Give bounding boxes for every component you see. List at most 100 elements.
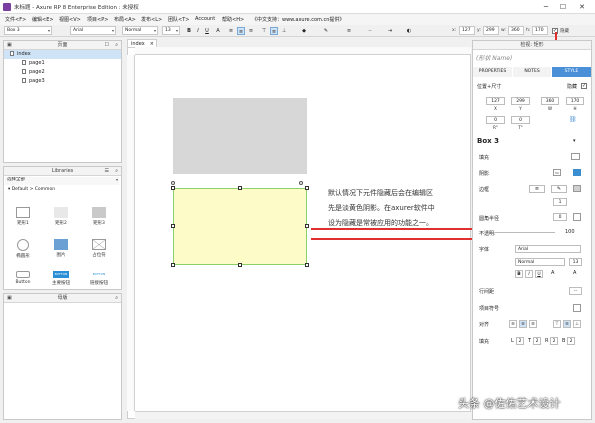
page-page3[interactable]: page3 [4,77,121,86]
border-color-icon[interactable]: ✎ [322,27,330,35]
add-folder-icon[interactable]: ☐ [105,41,109,49]
bold-button[interactable]: B [185,27,193,35]
library-section[interactable]: ▾ Default > Common [8,187,121,192]
line-style-icon[interactable]: ┄ [366,27,374,35]
library-select[interactable]: 选择全部 [5,177,119,185]
tab-notes[interactable]: NOTES [513,67,551,77]
text-rotation-input[interactable]: 0 [511,116,530,124]
lib-ellipse[interactable]: 椭圆形 [6,239,40,259]
underline-button[interactable]: U [203,27,211,35]
lib-rect1[interactable]: 矩形1 [6,207,40,226]
close-button[interactable]: ✕ [575,2,589,12]
menu-view[interactable]: 视图<V> [59,16,81,23]
lib-placeholder[interactable]: 占位符 [82,239,116,258]
inspector-italic-button[interactable]: I [525,270,533,278]
minimize-button[interactable]: ─ [539,2,553,12]
size-w-input[interactable]: 360 [541,97,559,105]
menu-help[interactable]: 帮助<H> [222,16,244,23]
padding-r-input[interactable]: 2 [550,337,558,345]
corner-toggle-icon[interactable] [573,213,581,221]
padding-b-input[interactable]: 2 [567,337,575,345]
inspector-align-center-icon[interactable]: ≡ [519,320,527,328]
lib-rect3[interactable]: 矩形3 [82,207,116,226]
inspector-bold-button[interactable]: B [515,270,523,278]
shadow-toggle-icon[interactable]: ▭ [553,169,561,176]
lib-image[interactable]: 图片 [44,239,78,258]
style-dropdown-icon[interactable]: ▾ [573,138,576,144]
menu-edit[interactable]: 编辑<E> [32,16,54,23]
hidden-box-3[interactable] [173,188,307,265]
resize-handle-bl[interactable] [171,263,175,267]
lib-link-button[interactable]: BUTTON 链接按钮 [82,271,116,286]
font-color-icon[interactable]: A [551,270,554,276]
inspector-hidden-checkbox[interactable]: ✓ [581,83,587,89]
align-middle-icon[interactable]: ≡ [270,27,278,35]
menu-project[interactable]: 项目<P> [87,16,108,23]
inspector-align-left-icon[interactable]: ≡ [509,320,517,328]
resize-handle-b[interactable] [238,263,242,267]
opacity-slider[interactable] [495,232,555,233]
element-select[interactable]: Box 3 [4,26,52,35]
inspector-align-middle-icon[interactable]: ≡ [563,320,571,328]
add-master-icon[interactable]: ▣ [7,294,12,302]
tab-style[interactable]: STYLE [552,67,591,77]
menu-publish[interactable]: 发布<L> [141,16,162,23]
padding-t-input[interactable]: 2 [533,337,541,345]
opacity-icon[interactable]: ◐ [405,27,413,35]
align-bottom-icon[interactable]: ⊥ [280,27,288,35]
corner-radius-handle[interactable] [171,181,175,185]
align-center-icon[interactable]: ≡ [237,27,245,35]
font-family-select[interactable]: Arial [70,26,116,35]
page-index[interactable]: index [4,50,121,59]
font-size-input[interactable]: 13 [569,258,582,266]
pos-x-input[interactable]: 127 [486,97,505,105]
resize-handle-r[interactable] [305,224,309,228]
lib-rect2[interactable]: 矩形2 [44,207,78,226]
menu-file[interactable]: 文件<F> [5,16,26,23]
font-style-select[interactable]: Normal [122,26,158,35]
rotate-handle[interactable] [299,181,303,185]
search-masters-icon[interactable]: ⌕ [115,294,118,302]
fill-color-swatch[interactable] [571,153,580,160]
gray-box[interactable] [173,98,307,174]
add-page-icon[interactable]: ▣ [7,41,12,49]
shape-name-input[interactable]: (形状 Name) [476,53,588,63]
bullet-checkbox[interactable] [573,304,581,312]
border-style-select[interactable]: ≡ [529,185,545,193]
inspector-align-top-icon[interactable]: ⊤ [553,320,561,328]
align-left-icon[interactable]: ≡ [227,27,235,35]
resize-handle-br[interactable] [305,263,309,267]
fill-color-icon[interactable]: ◆ [300,27,308,35]
arrow-style-icon[interactable]: ⇥ [386,27,394,35]
font-style-input[interactable]: Normal [515,258,565,266]
border-visibility-swatch[interactable] [573,185,581,192]
libraries-menu-icon[interactable]: ☰ [105,167,109,175]
horizontal-scrollbar[interactable] [135,411,471,419]
padding-l-input[interactable]: 2 [516,337,524,345]
toolbar-h-input[interactable]: 170 [532,26,548,35]
align-right-icon[interactable]: ≡ [247,27,255,35]
inspector-align-right-icon[interactable]: ≡ [529,320,537,328]
menu-account[interactable]: Account [195,16,215,22]
border-color-select[interactable]: ✎ [551,185,567,193]
font-size-select[interactable]: 13 [162,26,180,35]
text-shadow-icon[interactable]: A [573,270,576,276]
toolbar-w-input[interactable]: 360 [508,26,524,35]
align-top-icon[interactable]: ⊤ [260,27,268,35]
rotation-input[interactable]: 0 [486,116,505,124]
line-weight-icon[interactable]: ≡ [345,27,353,35]
lib-button[interactable]: Button [6,271,40,285]
toolbar-y-input[interactable]: 299 [483,26,499,35]
toolbar-x-input[interactable]: 127 [459,26,475,35]
page-page1[interactable]: page1 [4,59,121,68]
resize-handle-l[interactable] [171,224,175,228]
resize-handle-tl[interactable] [171,186,175,190]
opacity-value[interactable]: 100 [565,229,575,235]
pos-y-input[interactable]: 299 [511,97,530,105]
menu-team[interactable]: 团队<T> [168,16,189,23]
border-width-input[interactable]: 1 [553,198,567,206]
maximize-button[interactable]: ☐ [556,2,570,12]
font-family-input[interactable]: Arial [515,245,581,253]
tab-properties[interactable]: PROPERTIES [473,67,512,77]
inspector-align-bottom-icon[interactable]: ⊥ [573,320,581,328]
